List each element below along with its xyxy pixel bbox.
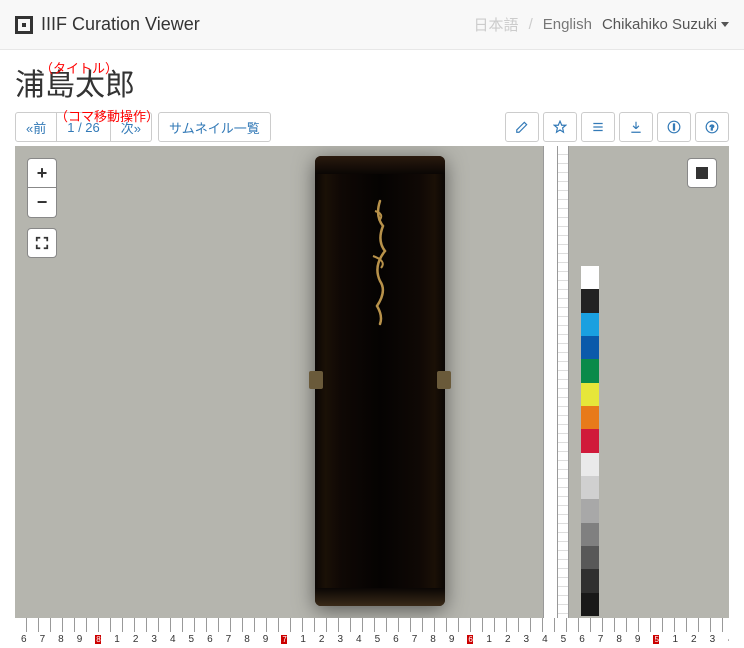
help-icon: ? [705,120,719,134]
download-button[interactable] [619,112,653,142]
user-name: Chikahiko Suzuki [602,16,717,33]
image-viewer[interactable]: 6789801234567897012345678960123456789501… [15,146,729,646]
fullscreen-button[interactable] [27,228,57,258]
iiif-logo-icon [15,16,33,34]
help-button[interactable]: ? [695,112,729,142]
color-calibration-bar [581,266,599,616]
prev-button[interactable]: «前 [15,112,57,142]
favorite-button[interactable] [543,112,577,142]
chevron-down-icon [721,22,729,27]
box-latch-left [309,371,323,389]
brand-title: IIIF Curation Viewer [41,14,200,35]
svg-text:?: ? [710,123,715,132]
zoom-out-button[interactable]: − [27,188,57,218]
lang-english[interactable]: English [543,16,592,33]
info-icon: i [667,120,681,134]
list-button[interactable] [581,112,615,142]
star-icon [553,120,567,134]
artifact-box [315,156,445,606]
user-menu[interactable]: Chikahiko Suzuki [602,16,729,33]
vertical-ruler-scale [543,146,557,646]
box-calligraphy [365,196,395,326]
thumbnails-button[interactable]: サムネイル一覧 [158,112,271,142]
lang-japanese[interactable]: 日本語 [474,14,519,35]
minimap-toggle-button[interactable] [687,158,717,188]
list-icon [591,120,605,134]
zoom-in-button[interactable]: + [27,158,57,188]
annotation-frame-nav: （コマ移動操作） [55,106,159,125]
box-latch-right [437,371,451,389]
annotation-title: （タイトル） [40,58,118,77]
svg-text:i: i [673,123,675,132]
minimap-icon [696,167,708,179]
lang-separator: / [529,16,533,33]
page-title: 浦島太郎 [15,60,729,104]
info-button[interactable]: i [657,112,691,142]
edit-icon [515,120,529,134]
fullscreen-icon [35,236,49,250]
edit-button[interactable] [505,112,539,142]
vertical-ruler [557,146,569,646]
horizontal-ruler: 6789801234567897012345678960123456789501… [15,618,729,646]
download-icon [629,120,643,134]
